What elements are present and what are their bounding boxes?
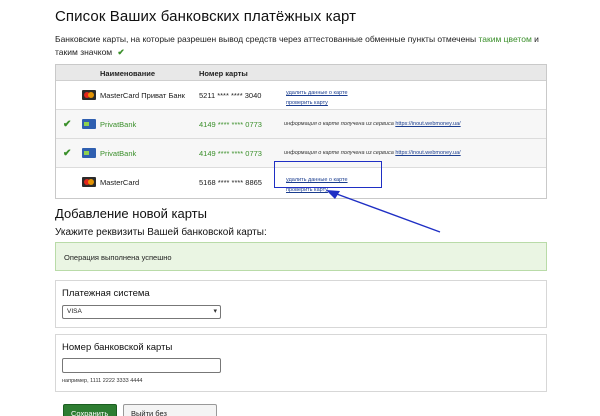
payment-system-select[interactable]: VISA ▾ <box>62 305 221 319</box>
card-number-label: Номер банковской карты <box>62 342 173 353</box>
card-number-input[interactable] <box>62 358 221 373</box>
success-alert: Операция выполнена успешно <box>55 242 547 271</box>
exit-without-saving-button[interactable]: Выйти без сохранения <box>123 404 217 416</box>
add-card-title: Добавление новой карты <box>55 206 207 221</box>
save-button[interactable]: Сохранить <box>63 404 117 416</box>
payment-system-value: VISA <box>67 308 82 315</box>
payment-system-label: Платежная система <box>62 288 150 299</box>
card-number-panel: Номер банковской карты например, 1111 22… <box>55 334 547 392</box>
add-card-subtitle: Укажите реквизиты Вашей банковской карты… <box>55 227 267 238</box>
payment-system-panel: Платежная система VISA ▾ <box>55 280 547 328</box>
chevron-down-icon: ▾ <box>213 308 217 315</box>
card-number-hint: например, 1111 2222 3333 4444 <box>62 378 143 384</box>
